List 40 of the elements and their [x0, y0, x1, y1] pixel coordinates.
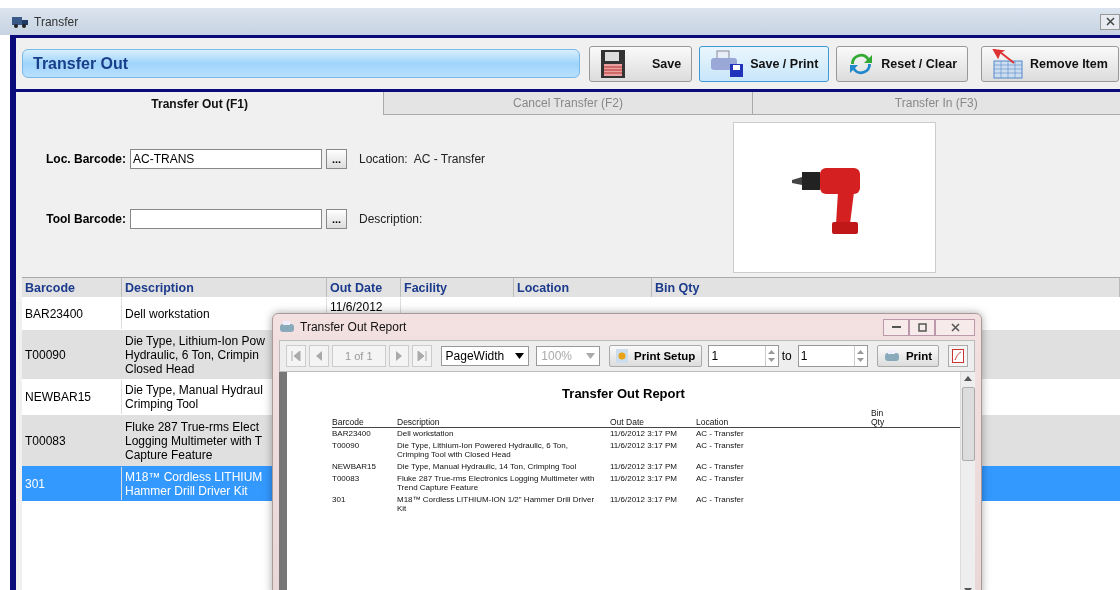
report-cell-text: AC - Transfer [696, 462, 745, 471]
header-title: Transfer Out [33, 54, 129, 73]
report-column-header: Location [696, 418, 730, 427]
report-cell-text: 11/6/2012 3:17 PM [610, 429, 678, 438]
report-cell-text: 11/6/2012 3:17 PM [610, 462, 678, 471]
report-cell-text: AC - Transfer [696, 441, 745, 452]
report-column-header: Bin Qty [871, 409, 886, 427]
report-column-header: Description [397, 418, 441, 427]
table-cell: 301 [22, 467, 122, 500]
report-cell-text: Dell workstation [397, 429, 455, 438]
field-label: Loc. Barcode: [45, 152, 126, 166]
report-cell-text: 11/6/2012 3:17 PM [610, 495, 678, 506]
info-value: AC - Transfer [413, 152, 486, 166]
info-label: Description: [359, 212, 423, 226]
window-title: Transfer [34, 14, 79, 29]
table-cell: T00090 [22, 331, 122, 378]
info-label: Location: [359, 152, 408, 166]
table-cell: NEWBAR15 [22, 380, 122, 414]
report-cell-text: 301 [332, 495, 347, 506]
report-cell-text: NEWBAR15 [332, 462, 377, 471]
report-cell-text: Fluke 287 True-rms Electronics Logging Multimeter with Trend Capture Feature [397, 474, 596, 492]
table-cell: T00083 [22, 416, 122, 465]
page-indicator: 1 of 1 [331, 345, 386, 367]
report-cell-text: Die Type, Lithium-Ion Powered Hydraulic, 6 Ton, Crimping Tool with Closed Head [397, 441, 569, 459]
report-cell-text: BAR23400 [332, 429, 372, 438]
report-cell-text: AC - Transfer [696, 474, 745, 485]
table-cell: BAR23400 [22, 298, 122, 329]
field-label: Tool Barcode: [45, 212, 126, 226]
report-column-header: Out Date [610, 418, 646, 427]
report-cell-text: 11/6/2012 3:17 PM [610, 474, 678, 485]
report-cell-text: T00083 [332, 474, 361, 485]
report-cell-text: Die Type, Manual Hydraulic, 14 Ton, Crimping Tool [397, 462, 578, 471]
report-cell-text: T00090 [332, 441, 361, 452]
report-cell-text: M18™ Cordless LITHIUM-ION 1/2" Hammer Drill Driver Kit [397, 495, 596, 513]
report-column-header: Barcode [332, 418, 365, 427]
report-title: Transfer Out Report [561, 386, 686, 401]
to-label: to [781, 349, 792, 363]
report-cell-text: AC - Transfer [696, 429, 745, 438]
report-cell-text: 11/6/2012 3:17 PM [610, 441, 678, 452]
report-cell-text: AC - Transfer [696, 495, 745, 506]
